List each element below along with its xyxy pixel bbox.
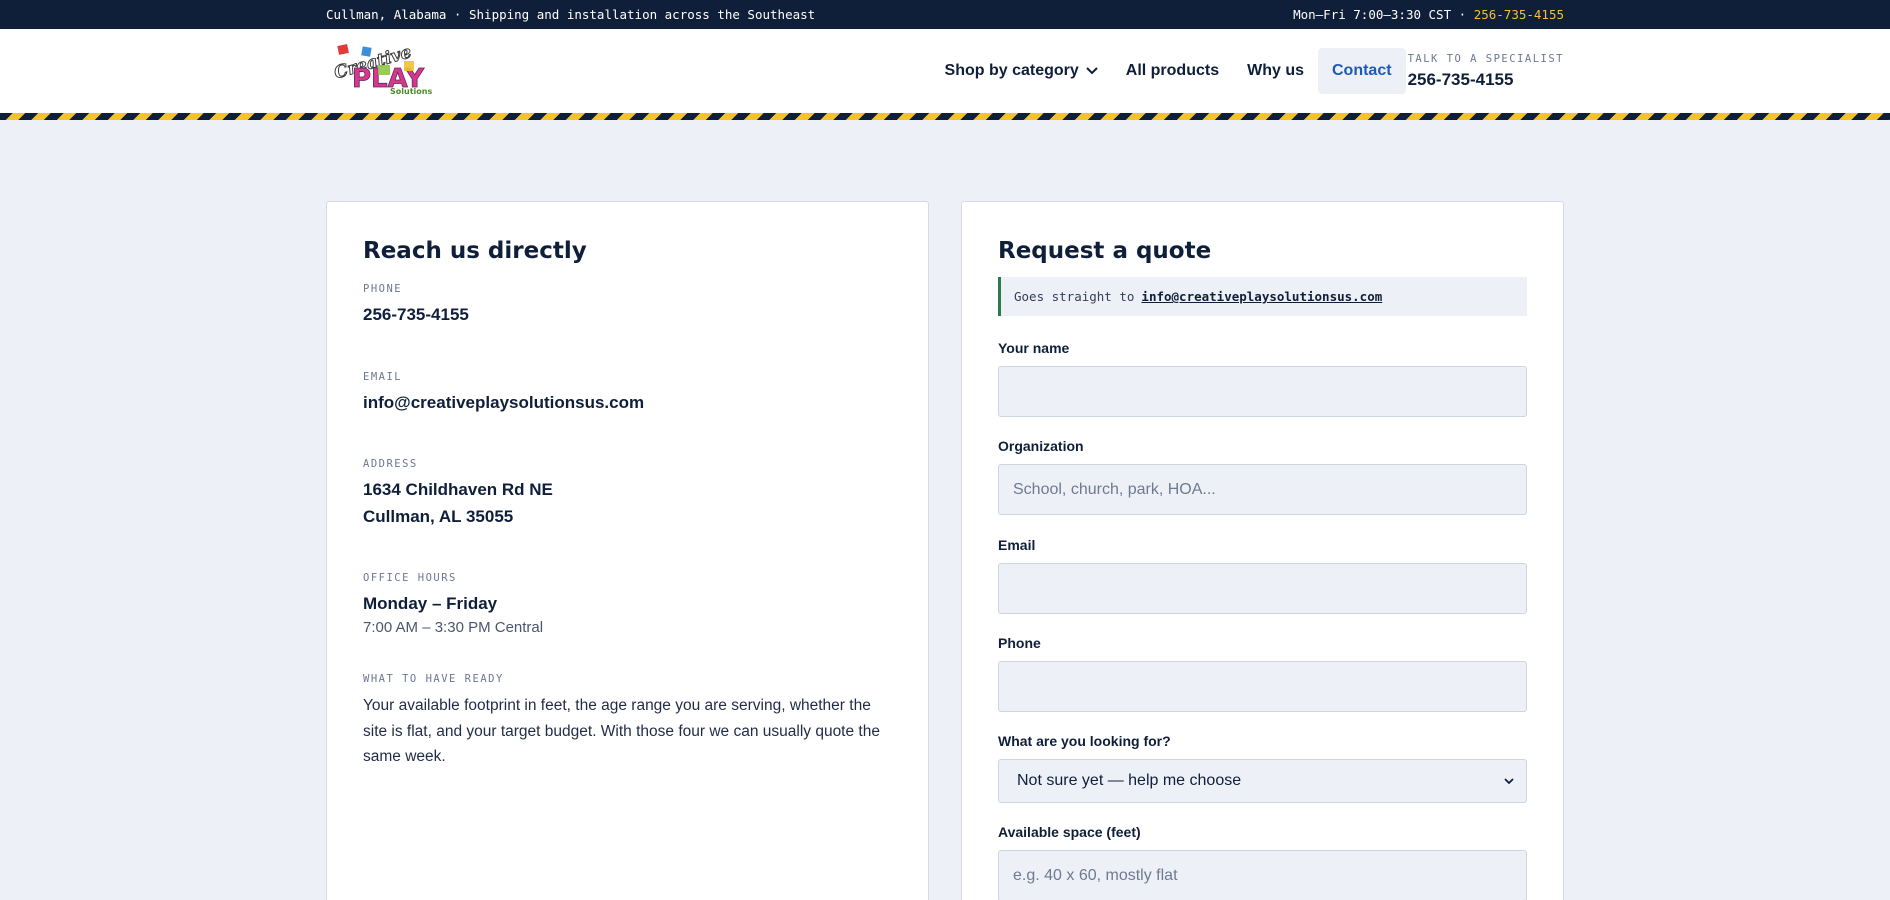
hours-days: Monday – Friday [363, 594, 498, 613]
ready-text: Your available footprint in feet, the ag… [363, 697, 880, 765]
looking-for-select[interactable]: Not sure yet — help me choose [998, 759, 1527, 803]
phone-input[interactable] [998, 661, 1527, 712]
name-label: Your name [998, 340, 1070, 356]
top-bar: Cullman, Alabama · Shipping and installa… [0, 0, 1890, 29]
nav-shop-by-category[interactable]: Shop by category [931, 48, 1112, 94]
quote-card: Request a quote Goes straight to info@cr… [961, 201, 1564, 900]
specialist-label: TALK TO A SPECIALIST [1407, 52, 1564, 65]
ready-block: WHAT TO HAVE READY Your available footpr… [363, 673, 892, 770]
topbar-hours-group: Mon–Fri 7:00–3:30 CST · 256-735-4155 [1293, 7, 1564, 22]
email-label: EMAIL [363, 371, 403, 383]
quote-title: Request a quote [998, 238, 1212, 264]
phone-block: PHONE 256-735-4155 [363, 283, 892, 328]
notice-prefix: Goes straight to [1014, 289, 1135, 304]
space-group: Available space (feet) [998, 824, 1527, 900]
nav-shop-label: Shop by category [944, 62, 1079, 79]
phone-label: PHONE [363, 283, 403, 295]
hours-time: 7:00 AM – 3:30 PM Central [363, 619, 544, 636]
logo-solutions-text: Solutions [390, 87, 432, 95]
nav-why-us[interactable]: Why us [1233, 48, 1318, 94]
quote-notice: Goes straight to info@creativeplaysoluti… [998, 277, 1527, 316]
space-input[interactable] [998, 850, 1527, 900]
chevron-down-icon [1086, 67, 1098, 75]
contact-main: Reach us directly PHONE 256-735-4155 EMA… [326, 201, 1564, 900]
topbar-location: Cullman, Alabama · Shipping and installa… [326, 7, 816, 22]
organization-label: Organization [998, 438, 1084, 454]
reach-us-card: Reach us directly PHONE 256-735-4155 EMA… [326, 201, 929, 900]
hours-label: OFFICE HOURS [363, 572, 457, 584]
reach-us-title: Reach us directly [363, 238, 587, 264]
email-input[interactable] [998, 563, 1527, 614]
specialist-callout: TALK TO A SPECIALIST 256-735-4155 [1408, 53, 1564, 90]
name-group: Your name [998, 340, 1527, 417]
address-label: ADDRESS [363, 458, 418, 470]
email-link[interactable]: info@creativeplaysolutionsus.com [363, 389, 892, 416]
specialist-phone-link[interactable]: 256-735-4155 [1408, 70, 1564, 90]
topbar-phone-link[interactable]: 256-735-4155 [1474, 7, 1564, 22]
organization-group: Organization [998, 438, 1527, 515]
space-label: Available space (feet) [998, 824, 1141, 840]
main-nav: Shop by category All products Why us Con… [931, 48, 1564, 94]
organization-input[interactable] [998, 464, 1527, 515]
address-line-2: Cullman, AL 35055 [363, 507, 514, 526]
phone-group: Phone [998, 635, 1527, 712]
email-group: Email [998, 537, 1527, 614]
address-line-1: 1634 Childhaven Rd NE [363, 480, 553, 499]
logo-link[interactable]: Creative PLAY Solutions [332, 41, 444, 100]
notice-email-link[interactable]: info@creativeplaysolutionsus.com [1141, 289, 1382, 304]
email-block: EMAIL info@creativeplaysolutionsus.com [363, 371, 892, 416]
phone-link[interactable]: 256-735-4155 [363, 301, 892, 328]
creative-play-logo: Creative PLAY Solutions [332, 41, 433, 95]
looking-for-selected: Not sure yet — help me choose [1017, 772, 1242, 789]
hours-block: OFFICE HOURS Monday – Friday 7:00 AM – 3… [363, 572, 892, 636]
looking-for-group: What are you looking for? Not sure yet —… [998, 733, 1527, 803]
hazard-stripe-divider [0, 113, 1890, 120]
topbar-hours: Mon–Fri 7:00–3:30 CST · [1293, 7, 1467, 22]
chevron-down-icon [1504, 777, 1514, 784]
email-field-label: Email [998, 537, 1036, 553]
address-block: ADDRESS 1634 Childhaven Rd NE Cullman, A… [363, 458, 892, 530]
name-input[interactable] [998, 366, 1527, 417]
nav-all-products[interactable]: All products [1112, 48, 1233, 94]
site-header: Creative PLAY Solutions Shop by category… [0, 29, 1890, 113]
nav-contact[interactable]: Contact [1318, 48, 1406, 94]
looking-for-label: What are you looking for? [998, 733, 1171, 749]
ready-label: WHAT TO HAVE READY [363, 673, 504, 685]
phone-field-label: Phone [998, 635, 1041, 651]
